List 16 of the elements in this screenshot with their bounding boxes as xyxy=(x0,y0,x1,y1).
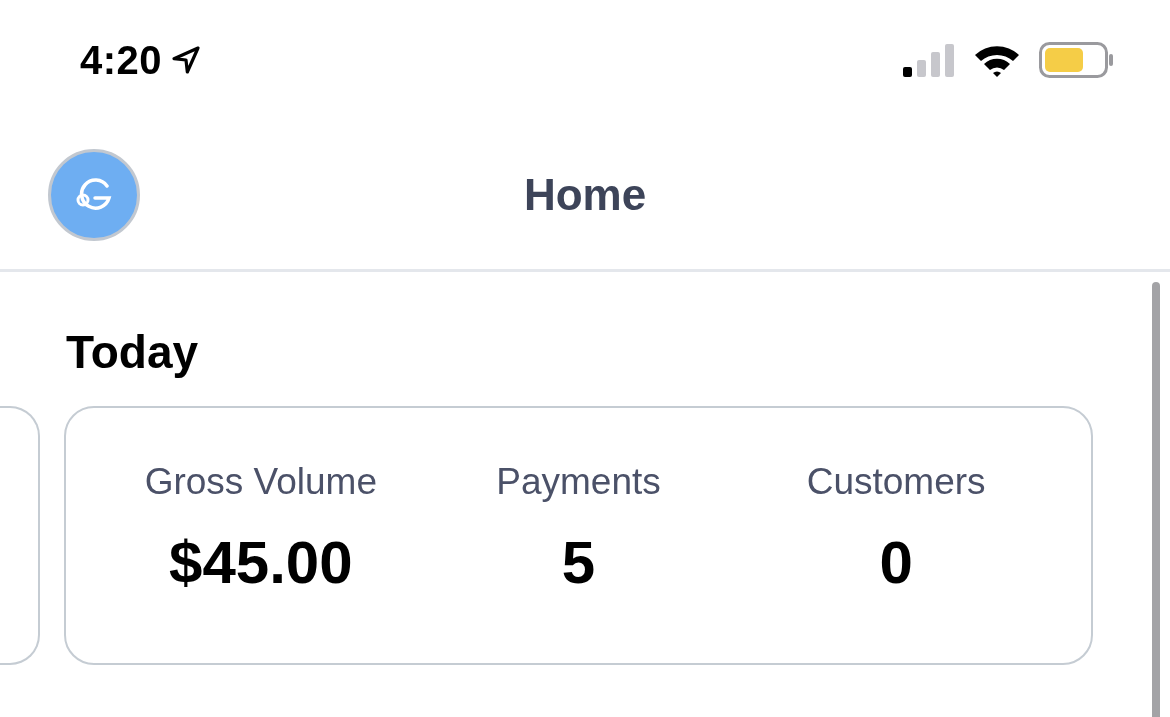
stat-value: $45.00 xyxy=(169,528,353,598)
page-title: Home xyxy=(523,169,647,219)
stat-value: 0 xyxy=(879,528,913,598)
stat-label: Customers xyxy=(806,460,986,504)
signal-icon xyxy=(903,43,955,77)
stat-value: 5 xyxy=(561,528,596,598)
location-arrow-icon xyxy=(170,44,203,76)
scrollbar[interactable] xyxy=(1152,282,1160,717)
wifi-icon xyxy=(973,43,1021,77)
stats-card[interactable] xyxy=(0,406,40,665)
status-time: 4:20 xyxy=(80,37,163,83)
stats-card[interactable]: Gross Volume $45.00 Payments 5 Customers 0 xyxy=(64,406,1093,665)
stat-label: Payments xyxy=(496,460,661,504)
section-title: Today xyxy=(66,325,200,380)
battery-icon xyxy=(1039,42,1115,78)
stat-label: Gross Volume xyxy=(144,460,377,504)
